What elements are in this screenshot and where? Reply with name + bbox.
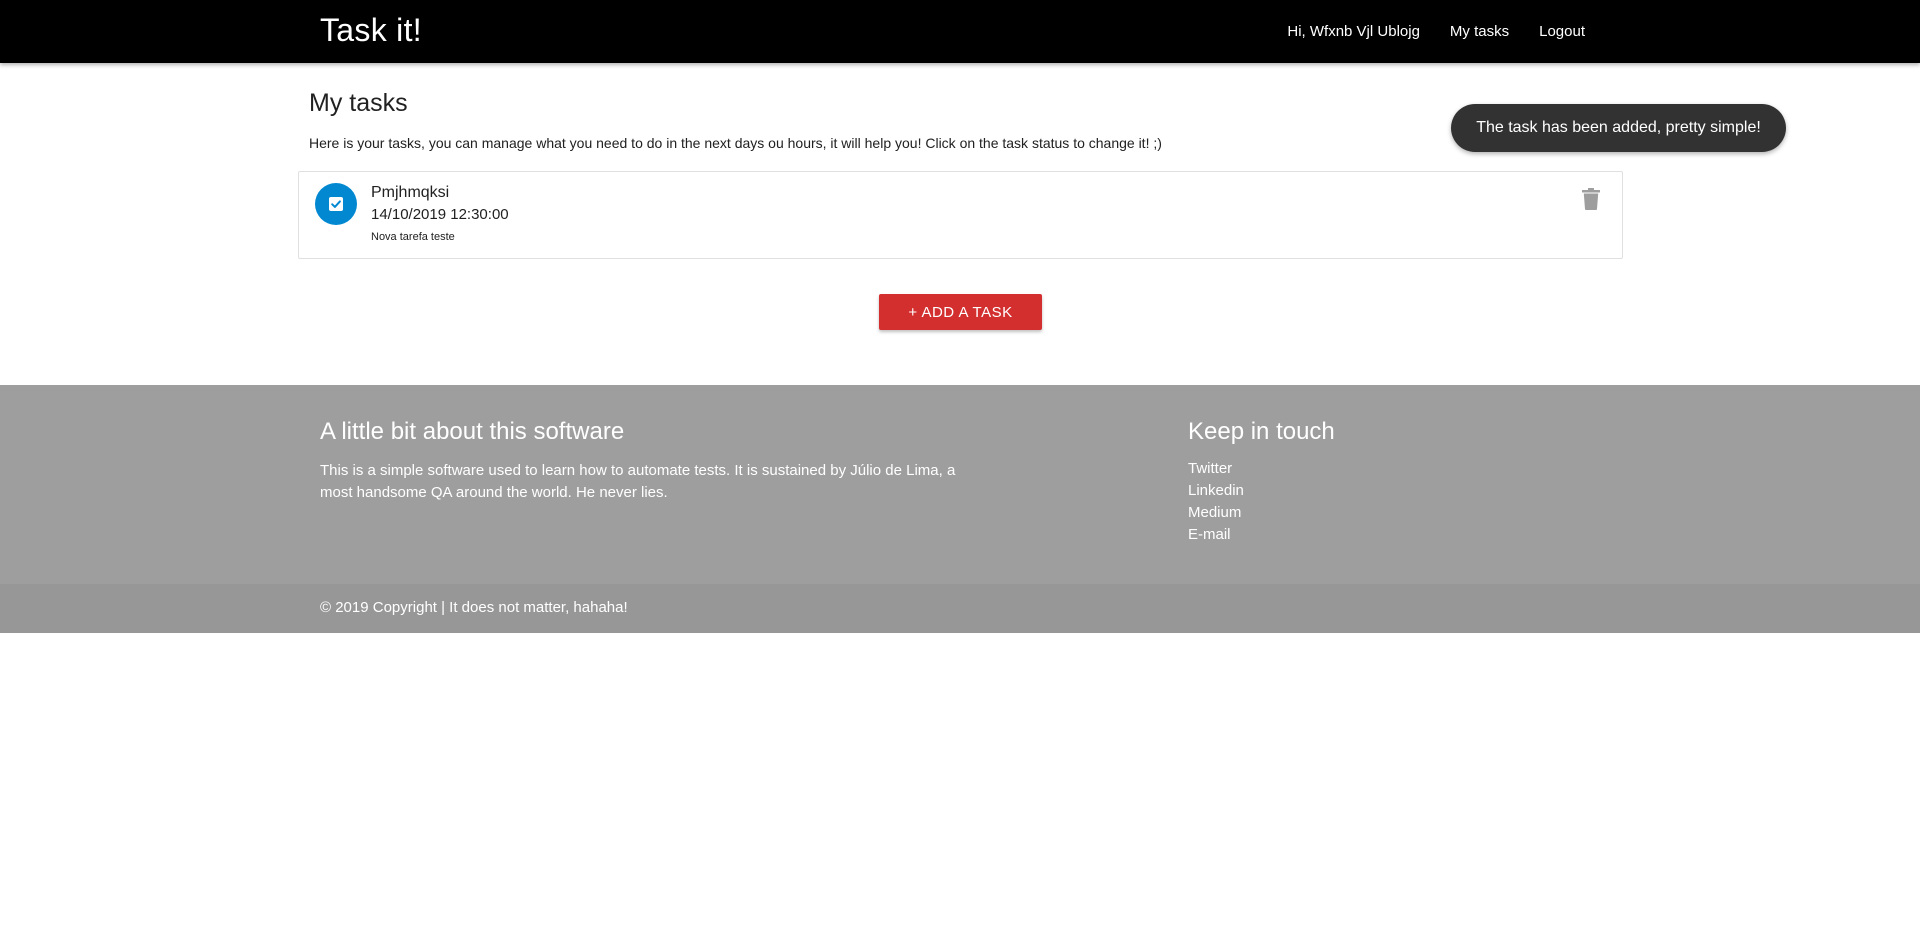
task-description: Nova tarefa teste [371, 231, 455, 243]
footer-link-email[interactable]: E-mail [1188, 526, 1231, 543]
footer-link-linkedin[interactable]: Linkedin [1188, 482, 1244, 499]
page-intro-text: Here is your tasks, you can manage what … [309, 135, 1162, 151]
toast-notification: The task has been added, pretty simple! [1451, 104, 1786, 152]
footer-about: A little bit about this software This is… [320, 418, 960, 504]
footer-contact: Keep in touch Twitter Linkedin Medium E-… [1188, 418, 1335, 548]
footer-contact-heading: Keep in touch [1188, 418, 1335, 445]
add-task-button[interactable]: + ADD A TASK [879, 294, 1042, 330]
task-item: Pmjhmqksi 14/10/2019 12:30:00 Nova taref… [298, 171, 1623, 259]
copyright-text: © 2019 Copyright | It does not matter, h… [320, 599, 628, 616]
trash-icon[interactable] [1582, 188, 1600, 210]
footer: A little bit about this software This is… [0, 385, 1920, 584]
toast-message: The task has been added, pretty simple! [1476, 119, 1761, 136]
task-date: 14/10/2019 12:30:00 [371, 206, 509, 223]
page-title: My tasks [309, 89, 408, 117]
footer-link-medium[interactable]: Medium [1188, 504, 1241, 521]
footer-about-heading: A little bit about this software [320, 418, 625, 445]
nav-my-tasks-link[interactable]: My tasks [1450, 23, 1509, 40]
footer-links: Twitter Linkedin Medium E-mail [1188, 460, 1335, 548]
brand-logo[interactable]: Task it! [320, 12, 422, 49]
nav-links: Hi, Wfxnb Vjl Ublojg My tasks Logout [1257, 0, 1585, 63]
check-square-icon [328, 196, 344, 212]
footer-about-text: This is a simple software used to learn … [320, 462, 956, 501]
footer-link-twitter[interactable]: Twitter [1188, 460, 1232, 477]
navbar: Task it! Hi, Wfxnb Vjl Ublojg My tasks L… [0, 0, 1920, 63]
task-name: Pmjhmqksi [371, 184, 450, 201]
nav-logout-link[interactable]: Logout [1539, 23, 1585, 40]
footer-copyright: © 2019 Copyright | It does not matter, h… [0, 584, 1920, 633]
user-greeting[interactable]: Hi, Wfxnb Vjl Ublojg [1287, 23, 1420, 40]
task-status-toggle[interactable] [315, 183, 357, 225]
